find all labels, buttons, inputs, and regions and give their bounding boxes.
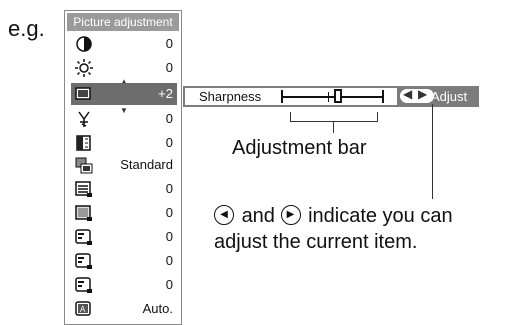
svg-text:A: A: [80, 305, 86, 314]
menu-item-value: 0: [165, 205, 173, 220]
description-line-1: ◀ and ▶ indicate you can: [214, 205, 453, 228]
menu-item-auto[interactable]: A Auto.: [67, 298, 179, 320]
slider-knob[interactable]: [333, 89, 342, 103]
green-icon: [75, 252, 93, 270]
bracket-right: [377, 112, 378, 122]
left-circle-icon: ◀: [214, 205, 234, 225]
menu-item-value: 0: [165, 277, 173, 292]
menu-item-value: Auto.: [142, 301, 173, 316]
menu-item-value: 0: [165, 111, 173, 126]
menu-item-value: Standard: [120, 157, 173, 172]
menu-item-value: 0: [165, 36, 173, 51]
red-icon: [75, 228, 93, 246]
bracket-left: [290, 112, 291, 122]
tint-icon: [75, 110, 93, 128]
desc-and: and: [241, 205, 275, 227]
color-temp-icon: [75, 180, 93, 198]
menu-item-value: +2: [158, 86, 173, 101]
left-arrow-icon: ◀: [403, 87, 413, 101]
slider-track-right-end: [382, 90, 384, 103]
sharpness-label: Sharpness: [199, 89, 262, 104]
adjust-pointer-line: [432, 104, 433, 199]
left-right-buttons-icon: ◀ ▶: [400, 87, 434, 103]
example-label: e.g.: [8, 16, 45, 41]
menu-item-tint[interactable]: 0: [67, 108, 179, 130]
white-balance-icon: [75, 204, 93, 222]
description-line-2: adjust the current item.: [214, 231, 418, 253]
bracket-pointer: [333, 121, 334, 133]
menu-item-contrast[interactable]: 0: [67, 33, 179, 55]
bracket-line: [290, 121, 378, 122]
menu-item-value: 0: [165, 253, 173, 268]
brightness-icon: [75, 59, 93, 77]
sharpness-icon: [75, 85, 93, 103]
menu-item-value: 0: [165, 135, 173, 150]
adjustment-bar-caption: Adjustment bar: [232, 137, 367, 159]
menu-item-color[interactable]: 0: [67, 132, 179, 154]
right-circle-icon: ▶: [280, 205, 301, 225]
menu-item-blue[interactable]: 0: [67, 274, 179, 296]
right-arrow-icon: ▶: [418, 87, 428, 101]
auto-icon: A: [75, 300, 93, 318]
slider-track[interactable]: [282, 96, 383, 98]
menu-item-green[interactable]: 0: [67, 250, 179, 272]
menu-item-gamma[interactable]: Standard: [67, 154, 179, 176]
blue-icon: [75, 276, 93, 294]
color-icon: [75, 134, 93, 152]
menu-item-value: 0: [165, 229, 173, 244]
menu-item-value: 0: [165, 60, 173, 75]
menu-item-value: 0: [165, 181, 173, 196]
menu-item-brightness[interactable]: 0: [67, 57, 179, 79]
adjust-hint: Adjust: [431, 89, 468, 104]
menu-title: Picture adjustment: [67, 13, 179, 31]
slider-track-left-end: [281, 90, 283, 103]
slider-center-mark: [328, 92, 329, 102]
desc-rest: indicate you can: [308, 205, 453, 227]
menu-item-white-balance[interactable]: 0: [67, 202, 179, 224]
menu-item-color-temp[interactable]: 0: [67, 178, 179, 200]
gamma-icon: [75, 156, 93, 174]
menu-item-red[interactable]: 0: [67, 226, 179, 248]
contrast-icon: [75, 35, 93, 53]
menu-item-sharpness[interactable]: +2: [67, 83, 179, 105]
